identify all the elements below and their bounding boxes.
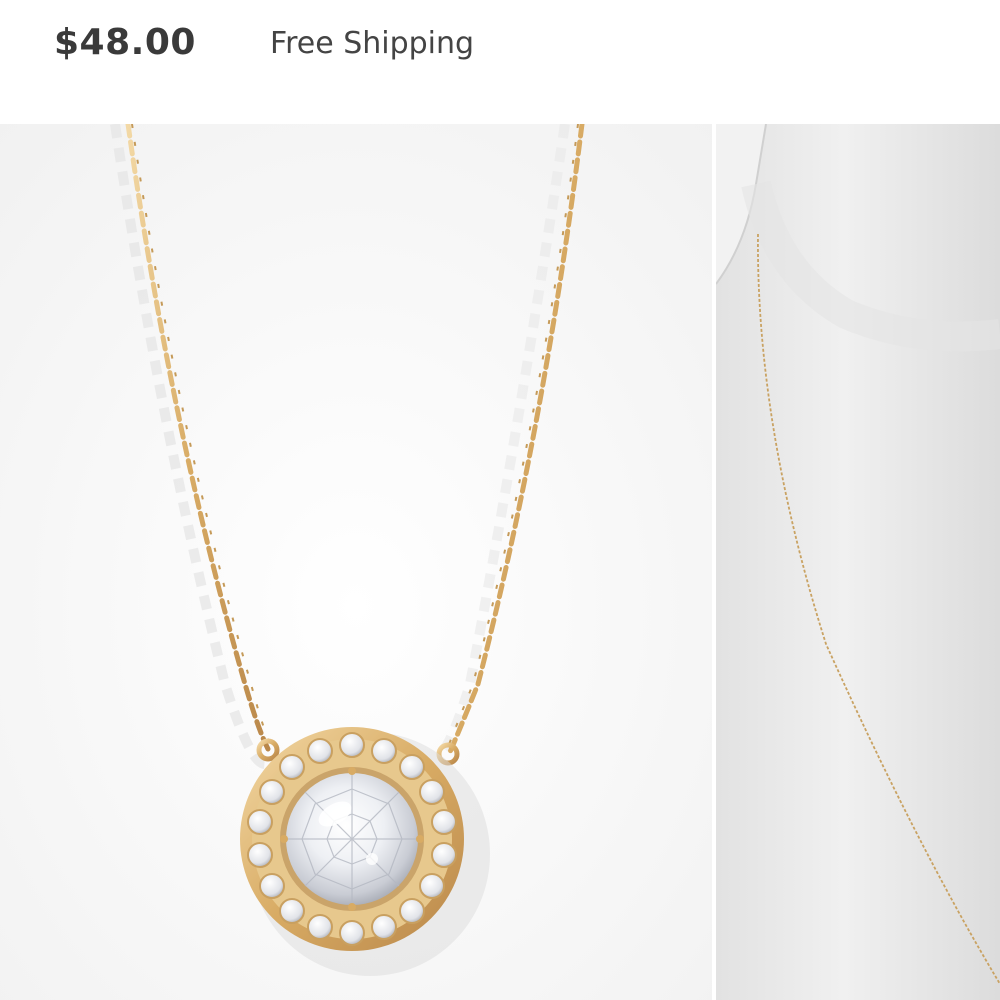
product-image-main[interactable]: [0, 124, 712, 1000]
price-bar: $48.00 Free Shipping: [0, 0, 1000, 100]
necklace-photo: [0, 124, 712, 1000]
product-page: $48.00 Free Shipping: [0, 0, 1000, 1000]
shipping-label: Free Shipping: [270, 26, 475, 61]
image-gallery[interactable]: [0, 124, 1000, 1000]
bust-photo: [716, 124, 1000, 1000]
product-image-secondary[interactable]: [716, 124, 1000, 1000]
product-price: $48.00: [54, 22, 196, 63]
